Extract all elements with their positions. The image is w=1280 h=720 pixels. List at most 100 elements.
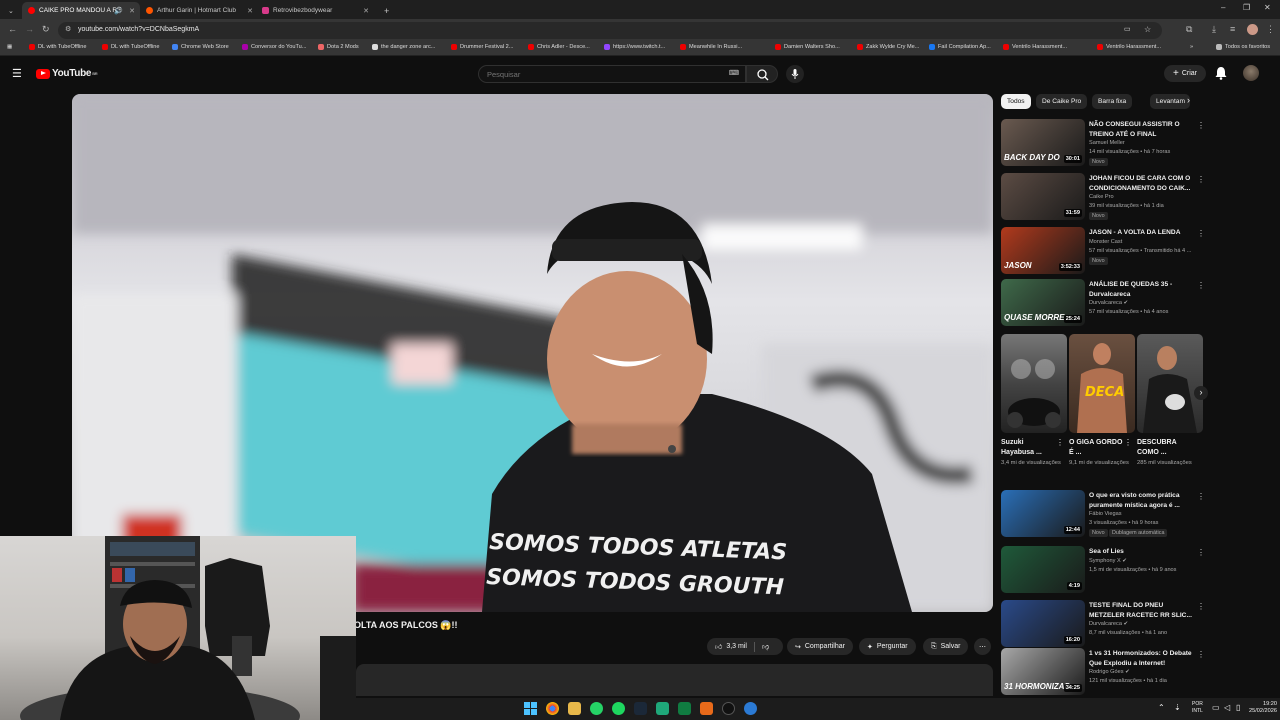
more-vertical-icon[interactable]: ⋮: [1197, 281, 1205, 290]
recommended-video[interactable]: 4:19 Sea of Lies Symphony X ✔ 1,5 mi de vis…: [1001, 546, 1211, 596]
clock[interactable]: 19:20 25/02/2026: [1249, 701, 1277, 715]
more-actions-button[interactable]: ⋯: [974, 638, 991, 655]
more-bookmarks-icon[interactable]: »: [1190, 44, 1193, 50]
search-input[interactable]: [487, 70, 717, 79]
more-vertical-icon[interactable]: ⋮: [1056, 438, 1064, 447]
download-icon[interactable]: ⤓: [1212, 24, 1216, 35]
bookmark-item[interactable]: Zakk Wylde Cry Me...: [857, 44, 919, 50]
maximize-icon[interactable]: ❐: [1243, 3, 1250, 12]
video-thumbnail[interactable]: 4:19: [1001, 546, 1085, 593]
video-thumbnail[interactable]: 31 HORMONIZAD 34:25: [1001, 648, 1085, 695]
chip-all[interactable]: Todos: [1001, 94, 1031, 109]
speaker-icon[interactable]: 🔊: [114, 7, 123, 15]
voice-search-button[interactable]: [786, 65, 804, 83]
description-box[interactable]: [356, 664, 993, 696]
bookmark-item[interactable]: Drummer Festival 2...: [451, 44, 513, 50]
short-thumbnail[interactable]: DECA: [1069, 334, 1135, 433]
channel-name[interactable]: Symphony X ✔: [1089, 558, 1199, 564]
recommended-video[interactable]: 12:44 O que era visto como prática purame…: [1001, 490, 1211, 540]
more-vertical-icon[interactable]: ⋮: [1197, 229, 1205, 238]
bookmark-item[interactable]: DL with TubeOffline: [102, 44, 160, 50]
search-button[interactable]: [746, 65, 778, 83]
chrome-menu-icon[interactable]: ⋮: [1266, 24, 1275, 35]
recommended-video[interactable]: BACK DAY DO 30:01 NÃO CONSEGUI ASSISTIR O …: [1001, 119, 1211, 169]
more-vertical-icon[interactable]: ⋮: [1197, 548, 1205, 557]
bookmark-star-icon[interactable]: ☆: [1144, 25, 1151, 34]
video-title[interactable]: Sea of Lies: [1089, 547, 1194, 557]
more-vertical-icon[interactable]: ⋮: [1124, 438, 1132, 447]
video-thumbnail[interactable]: QUASE MORRE 25:24: [1001, 279, 1085, 326]
volume-icon[interactable]: ◁: [1224, 703, 1230, 712]
video-title[interactable]: O que era visto como prática puramente m…: [1089, 491, 1194, 510]
channel-name[interactable]: Fábio Viegas: [1089, 511, 1199, 517]
channel-name[interactable]: Samuel Meller: [1089, 140, 1199, 146]
site-info-icon[interactable]: ⚙: [65, 25, 71, 33]
forward-icon[interactable]: →: [25, 24, 34, 34]
tab-active[interactable]: CAIKE PRO MANDOU A RE 🔊 ✕: [22, 2, 140, 19]
bookmark-item[interactable]: Ventrilo Harassment...: [1003, 44, 1067, 50]
more-vertical-icon[interactable]: ⋮: [1197, 650, 1205, 659]
channel-name[interactable]: Caike Pro: [1089, 194, 1199, 200]
tab-close-icon[interactable]: ✕: [247, 7, 253, 15]
spotify-icon[interactable]: [612, 702, 625, 715]
more-vertical-icon[interactable]: ⋮: [1197, 602, 1205, 611]
shorts-next-icon[interactable]: ›: [1194, 386, 1208, 400]
create-button[interactable]: + Criar: [1164, 65, 1206, 82]
video-title[interactable]: 1 vs 31 Hormonizados: O Debate Que Explo…: [1089, 649, 1194, 668]
tab-retrovibez[interactable]: Retrovibezbodywear ✕: [256, 2, 374, 19]
new-tab-button[interactable]: +: [378, 2, 392, 19]
bookmark-item[interactable]: Fail Compilation Ap...: [929, 44, 991, 50]
ask-button[interactable]: ✦ Perguntar: [859, 638, 916, 655]
short-item[interactable]: DECA O GIGA GORDO É ... 9,1 mi de visual…: [1069, 334, 1135, 467]
video-thumbnail[interactable]: 16:20: [1001, 600, 1085, 647]
chevron-right-icon[interactable]: ›: [1187, 95, 1190, 105]
more-vertical-icon[interactable]: ⋮: [1197, 175, 1205, 184]
recommended-video[interactable]: 16:20 TESTE FINAL DO PNEU METZELER RACETE…: [1001, 600, 1211, 650]
video-thumbnail[interactable]: 31:59: [1001, 173, 1085, 220]
video-title[interactable]: JOHAN FICOU DE CARA COM O CONDICIONAMENT…: [1089, 174, 1194, 193]
network-icon[interactable]: ▭: [1212, 703, 1220, 712]
address-bar[interactable]: ⚙ youtube.com/watch?v=DCNbaSegkmA ☆ ▭: [58, 22, 1162, 39]
share-button[interactable]: ↪ Compartilhar: [787, 638, 853, 655]
profile-avatar[interactable]: [1247, 24, 1258, 35]
notifications-bell-icon[interactable]: [1215, 66, 1227, 80]
bookmark-item[interactable]: Chrome Web Store: [172, 44, 229, 50]
recommended-video[interactable]: 31:59 JOHAN FICOU DE CARA COM O CONDICION…: [1001, 173, 1211, 223]
minimize-icon[interactable]: –: [1221, 3, 1225, 12]
app-icon[interactable]: [656, 702, 669, 715]
video-title[interactable]: NÃO CONSEGUI ASSISTIR O TREINO ATÉ O FIN…: [1089, 120, 1194, 139]
video-title[interactable]: ANÁLISE DE QUEDAS 35 - Durvalcareca: [1089, 280, 1194, 299]
recommended-video[interactable]: QUASE MORRE 25:24 ANÁLISE DE QUEDAS 35 - D…: [1001, 279, 1211, 329]
battery-icon[interactable]: ▯: [1236, 703, 1240, 712]
bookmark-item[interactable]: Ventrilo Harassment...: [1097, 44, 1161, 50]
more-vertical-icon[interactable]: ⋮: [1197, 121, 1205, 130]
dislike-button[interactable]: 👎︎: [762, 642, 769, 651]
recommended-video[interactable]: 31 HORMONIZAD 34:25 1 vs 31 Hormonizados: …: [1001, 648, 1211, 698]
tab-groups-icon[interactable]: ≡: [1230, 24, 1235, 34]
short-item[interactable]: DESCUBRA COMO ... 285 mil visualizações: [1137, 334, 1203, 467]
bookmark-item[interactable]: Damien Walters Sho...: [775, 44, 840, 50]
windows-start-icon[interactable]: [524, 702, 537, 715]
short-thumbnail[interactable]: [1001, 334, 1067, 433]
whatsapp-icon[interactable]: [590, 702, 603, 715]
channel-name[interactable]: Rodrigo Góes ✔: [1089, 669, 1199, 675]
chip-caike-pro[interactable]: De Caike Pro: [1036, 94, 1088, 109]
back-icon[interactable]: ←: [8, 24, 17, 34]
extensions-icon[interactable]: ⧉: [1186, 24, 1192, 35]
cast-icon[interactable]: ▭: [1124, 25, 1131, 33]
video-thumbnail[interactable]: 12:44: [1001, 490, 1085, 537]
account-avatar[interactable]: [1243, 65, 1259, 81]
obs-icon[interactable]: [722, 702, 735, 715]
reload-icon[interactable]: ↻: [42, 24, 50, 35]
tab-close-icon[interactable]: ✕: [129, 7, 135, 15]
bookmark-item[interactable]: Meanwhile In Russi...: [680, 44, 742, 50]
chip-barra-fixa[interactable]: Barra fixa: [1092, 94, 1133, 109]
tab-close-icon[interactable]: ✕: [363, 7, 369, 15]
all-favorites-folder[interactable]: Todos os favoritos: [1216, 44, 1270, 50]
video-title[interactable]: TESTE FINAL DO PNEU METZELER RACETEC RR …: [1089, 601, 1194, 620]
excel-icon[interactable]: [678, 702, 691, 715]
save-button[interactable]: ⎘ Salvar: [923, 638, 969, 655]
channel-name[interactable]: Durvalcareca ✔: [1089, 621, 1199, 627]
bookmark-item[interactable]: the danger zone arc...: [372, 44, 435, 50]
usb-icon[interactable]: ⇣: [1174, 703, 1181, 712]
